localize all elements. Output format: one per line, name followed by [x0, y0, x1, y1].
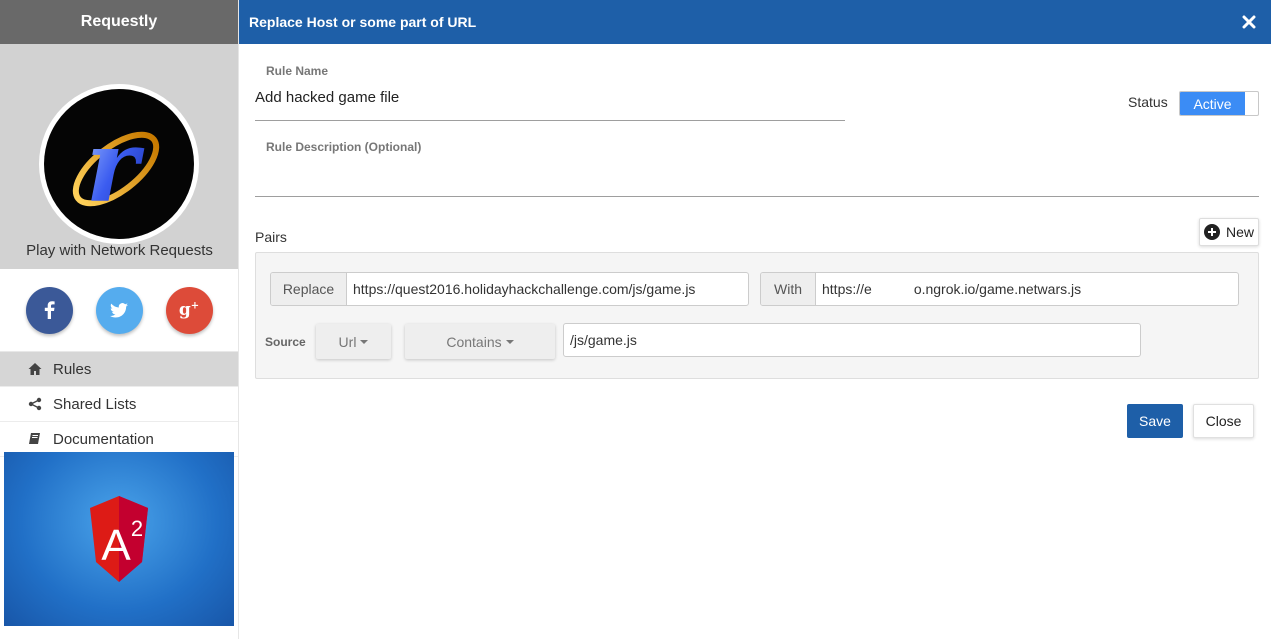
status-label: Status [1128, 94, 1168, 110]
caret-down-icon [505, 339, 514, 344]
with-value-prefix: https://e [822, 281, 872, 297]
requestly-logo: r [39, 84, 199, 244]
source-value-field[interactable]: /js/game.js [563, 323, 1141, 357]
status-toggle[interactable]: Active [1179, 91, 1259, 116]
app-title[interactable]: Requestly [0, 0, 238, 44]
description-underline [255, 196, 1259, 197]
google-plus-button[interactable]: g+ [165, 286, 213, 334]
sidebar-item-label: Rules [53, 360, 92, 378]
new-pair-button[interactable]: New [1199, 218, 1259, 246]
requestly-logo-icon: r [72, 107, 160, 225]
google-plus-icon: g+ [178, 300, 200, 320]
share-icon [28, 397, 42, 411]
rule-name-underline [255, 120, 845, 121]
close-icon[interactable] [1237, 10, 1261, 34]
replace-addon: Replace [271, 273, 347, 305]
source-operator-dropdown[interactable]: Contains [405, 324, 555, 359]
angular2-ad-banner[interactable]: A 2 [4, 452, 234, 626]
rule-editor-modal: Replace Host or some part of URL Rule Na… [239, 0, 1271, 639]
sidebar-item-shared-lists[interactable]: Shared Lists [0, 387, 238, 422]
description-input[interactable] [255, 165, 1235, 189]
source-value-input[interactable]: /js/game.js [564, 332, 637, 348]
twitter-button[interactable] [95, 286, 143, 334]
ad-badge-letter: A [101, 521, 131, 570]
with-field[interactable]: With https://e o.ngrok.io/game.netwars.js [760, 272, 1239, 306]
sidebar: Requestly r Play with Network Requests g… [0, 0, 239, 639]
social-buttons: g+ [0, 269, 238, 352]
facebook-icon [44, 301, 55, 319]
modal-header: Replace Host or some part of URL [239, 0, 1271, 44]
modal-title: Replace Host or some part of URL [249, 14, 477, 30]
pair-panel: Replace https://quest2016.holidayhackcha… [255, 252, 1259, 379]
caret-down-icon [360, 339, 369, 344]
source-key-dropdown[interactable]: Url [316, 324, 391, 359]
pairs-label: Pairs [255, 229, 287, 245]
with-addon: With [761, 273, 816, 305]
sidebar-item-rules[interactable]: Rules [0, 352, 238, 387]
new-button-label: New [1225, 224, 1254, 240]
book-icon [29, 433, 40, 444]
source-operator-value: Contains [446, 333, 502, 350]
rule-name-input[interactable]: Add hacked game file [255, 89, 399, 106]
ad-badge-superscript: 2 [131, 516, 143, 541]
sidebar-item-label: Documentation [53, 430, 154, 448]
profile-area: r Play with Network Requests [0, 44, 238, 269]
twitter-icon [110, 302, 128, 318]
facebook-button[interactable] [25, 286, 73, 334]
home-icon [28, 363, 42, 375]
description-label: Rule Description (Optional) [266, 140, 422, 154]
source-key-value: Url [338, 333, 357, 350]
svg-text:r: r [86, 107, 145, 225]
angular-icon: A 2 [90, 496, 148, 582]
status-toggle-value: Active [1180, 92, 1245, 115]
with-value-suffix: o.ngrok.io/game.netwars.js [913, 281, 1082, 297]
tagline: Play with Network Requests [26, 242, 213, 259]
plus-circle-icon [1203, 224, 1220, 240]
close-button[interactable]: Close [1193, 404, 1254, 438]
source-label: Source [265, 335, 306, 349]
rule-name-label: Rule Name [266, 64, 329, 78]
replace-field[interactable]: Replace https://quest2016.holidayhackcha… [270, 272, 749, 306]
save-button[interactable]: Save [1127, 404, 1183, 438]
with-input[interactable]: https://e o.ngrok.io/game.netwars.js [816, 281, 1081, 297]
sidebar-item-label: Shared Lists [53, 395, 137, 413]
replace-input[interactable]: https://quest2016.holidayhackchallenge.c… [347, 281, 695, 297]
